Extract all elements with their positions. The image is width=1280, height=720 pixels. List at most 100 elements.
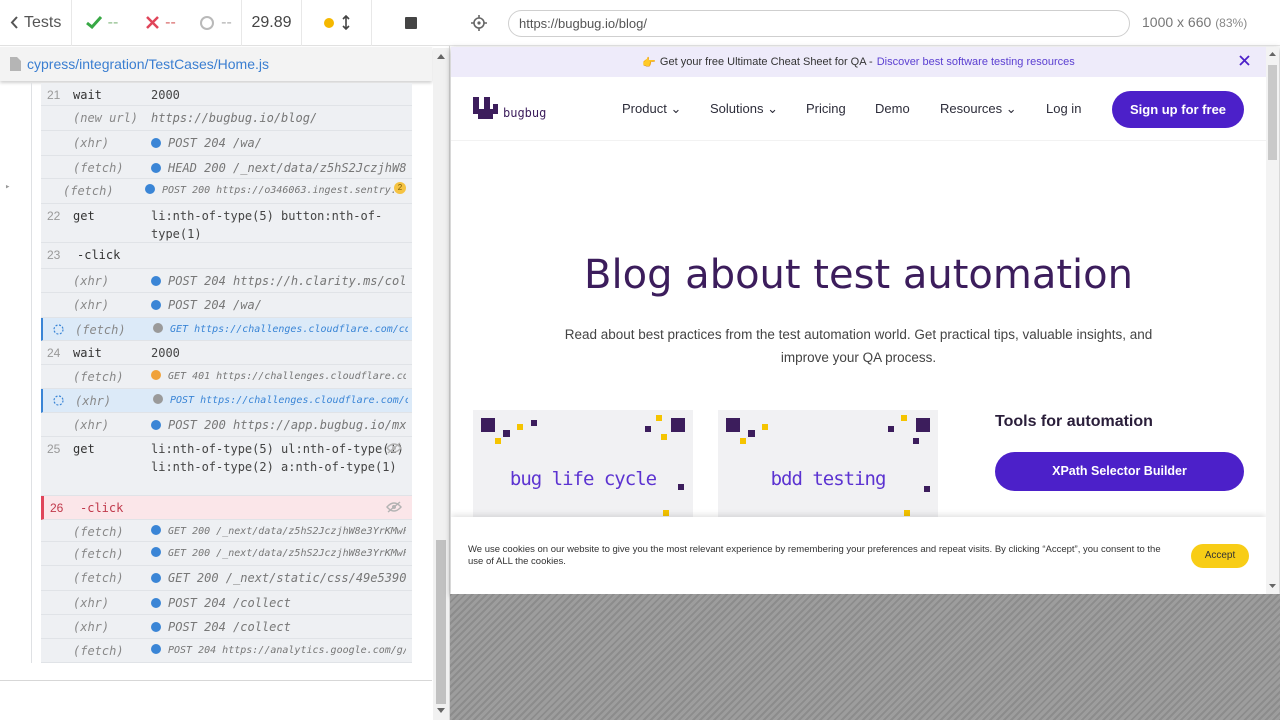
circle-notch-icon xyxy=(200,15,215,30)
command-name: (xhr) xyxy=(73,274,110,288)
chevron-down-icon: ⌄ xyxy=(1005,101,1017,116)
scrollbar-thumb[interactable] xyxy=(1268,65,1277,160)
command-row[interactable]: 21 wait 2000 xyxy=(41,83,412,106)
nav-product-label: Product xyxy=(622,101,667,116)
request-row[interactable]: (xhr) POST 200 https://app.bugbug.io/mx/… xyxy=(41,413,412,437)
nav-resources[interactable]: Resources ⌄ xyxy=(940,101,1017,117)
tools-heading: Tools for automation xyxy=(995,413,1153,430)
request-row[interactable]: (xhr) POST 204 /collect xyxy=(41,615,412,639)
request-row[interactable]: (fetch) GET 200 /_next/static/css/49e5390… xyxy=(41,566,412,591)
banner-link[interactable]: Discover best software testing resources xyxy=(877,56,1075,68)
nav-solutions[interactable]: Solutions ⌄ xyxy=(710,101,778,117)
request-row[interactable]: (xhr) POST 204 /wa/ xyxy=(41,131,412,156)
count-badge: 2 xyxy=(394,182,406,194)
command-row[interactable]: 23 -click xyxy=(41,243,412,269)
request-row[interactable]: (xhr) POST 204 /wa/ xyxy=(41,293,412,318)
spec-path-bar[interactable]: cypress/integration/TestCases/Home.js xyxy=(0,47,432,81)
app-scrollbar[interactable] xyxy=(1266,47,1279,594)
spec-path: cypress/integration/TestCases/Home.js xyxy=(27,56,269,72)
request-row[interactable]: (fetch) POST 204 https://analytics.google… xyxy=(41,639,412,663)
viewport-size: 1000 x 660 (83%) xyxy=(1142,14,1247,30)
selector-playground-icon[interactable] xyxy=(471,15,487,31)
status-dot-icon xyxy=(151,525,161,535)
login-link[interactable]: Log in xyxy=(1046,101,1081,116)
command-message: li:nth-of-type(5) ul:nth-of-type(1) li:n… xyxy=(151,442,404,474)
request-row[interactable]: (fetch) GET 401 https://challenges.cloudf… xyxy=(41,365,412,389)
card-title: bdd testing xyxy=(770,468,887,490)
signup-button[interactable]: Sign up for free xyxy=(1112,91,1244,128)
expand-caret-icon[interactable]: ▸ xyxy=(5,182,10,192)
tests-back-button[interactable]: Tests xyxy=(0,0,72,46)
reporter-panel: Tests -- -- -- 29.89 cypress/integration… xyxy=(0,0,450,720)
close-icon[interactable] xyxy=(1239,55,1250,66)
stop-button[interactable] xyxy=(372,0,450,46)
pending-count: -- xyxy=(190,0,242,46)
command-number: 24 xyxy=(47,346,61,360)
request-row[interactable]: (fetch) GET 200 /_next/data/z5hS2JczjhW8e… xyxy=(41,542,412,566)
url-field[interactable]: https://bugbug.io/blog/ xyxy=(508,10,1130,37)
app-viewport: 👉 Get your free Ultimate Cheat Sheet for… xyxy=(451,47,1279,594)
auto-scroll-toggle[interactable] xyxy=(302,0,372,46)
bugbug-logo[interactable]: bugbug xyxy=(473,95,561,128)
command-name: (fetch) xyxy=(63,184,114,198)
nav-product[interactable]: Product ⌄ xyxy=(622,101,681,117)
command-row[interactable]: 22 get li:nth-of-type(5) button:nth-of-typ… xyxy=(41,204,412,243)
nav-demo[interactable]: Demo xyxy=(875,101,910,116)
command-name: get xyxy=(73,442,95,456)
command-name: get xyxy=(73,209,95,223)
aut-panel: https://bugbug.io/blog/ 1000 x 660 (83%)… xyxy=(450,0,1280,720)
command-name: (xhr) xyxy=(73,596,110,610)
spinner-icon xyxy=(53,324,64,338)
brand-text: bugbug xyxy=(503,106,546,120)
status-dot-icon xyxy=(153,323,163,333)
command-row[interactable]: 24 wait 2000 xyxy=(41,341,412,365)
command-name: (fetch) xyxy=(73,161,124,175)
command-name: (fetch) xyxy=(73,547,124,561)
scrollbar-thumb[interactable] xyxy=(436,540,446,704)
passed-value: -- xyxy=(107,13,119,31)
reporter-scrollbar[interactable] xyxy=(433,48,449,720)
duration: 29.89 xyxy=(242,0,302,46)
xpath-builder-button[interactable]: XPath Selector Builder xyxy=(995,452,1244,491)
eye-slash-icon[interactable] xyxy=(386,442,402,457)
scroll-down-icon xyxy=(1269,584,1276,588)
request-row[interactable]: (new url) https://bugbug.io/blog/ xyxy=(41,106,412,131)
command-name: (xhr) xyxy=(73,418,110,432)
status-dot-icon xyxy=(151,573,161,583)
request-row[interactable]: (fetch) HEAD 200 /_next/data/z5hS2JczjhW8… xyxy=(41,156,412,179)
command-message: GET https://challenges.cloudflare.com/cd… xyxy=(170,324,408,335)
command-message: POST 204 /collect xyxy=(168,596,291,610)
request-row[interactable]: (fetch) GET 200 /_next/data/z5hS2JczjhW8e… xyxy=(41,520,412,542)
viewport-dimensions: 1000 x 660 xyxy=(1142,14,1212,30)
command-message: POST 204 https://h.clarity.ms/coll… xyxy=(168,274,406,288)
command-message: POST https://challenges.cloudflare.com/c… xyxy=(170,395,408,406)
eye-slash-icon[interactable] xyxy=(386,501,402,516)
blog-card-bug-life-cycle[interactable]: bug life cycle xyxy=(473,410,693,520)
command-number: 23 xyxy=(47,248,61,262)
command-number: 25 xyxy=(47,442,61,456)
command-number: 21 xyxy=(47,88,61,102)
status-dot-icon xyxy=(145,184,155,194)
command-name: (new url) xyxy=(73,111,139,125)
request-row-pending[interactable]: (fetch) GET https://challenges.cloudflare… xyxy=(41,318,412,341)
command-name: (xhr) xyxy=(73,298,110,312)
command-row[interactable]: 25 get li:nth-of-type(5) ul:nth-of-type(1)… xyxy=(41,437,412,496)
file-icon xyxy=(10,57,21,71)
request-row[interactable]: (fetch) POST 200 https://o346063.ingest.s… xyxy=(5,179,412,204)
command-message: https://bugbug.io/blog/ xyxy=(151,111,318,125)
command-row-failed[interactable]: 26 -click xyxy=(41,496,412,520)
command-message: GET 401 https://challenges.cloudflare.co… xyxy=(168,371,406,382)
accept-button[interactable]: Accept xyxy=(1191,544,1249,568)
command-message: GET 200 /_next/static/css/49e53905… xyxy=(168,571,406,585)
command-message: GET 200 /_next/data/z5hS2JczjhW8e3YrKMwF… xyxy=(168,526,406,537)
request-row[interactable]: (xhr) POST 204 https://h.clarity.ms/coll… xyxy=(41,269,412,293)
passed-count: -- xyxy=(72,0,132,46)
status-dot-icon xyxy=(151,300,161,310)
request-row[interactable]: (xhr) POST 204 /collect xyxy=(41,591,412,615)
blog-card-bdd-testing[interactable]: bdd testing xyxy=(718,410,938,520)
tests-label: Tests xyxy=(24,13,62,31)
command-name: wait xyxy=(73,88,102,102)
nav-pricing[interactable]: Pricing xyxy=(806,101,846,116)
status-dot-icon xyxy=(153,394,163,404)
request-row-pending[interactable]: (xhr) POST https://challenges.cloudflare.… xyxy=(41,389,412,413)
